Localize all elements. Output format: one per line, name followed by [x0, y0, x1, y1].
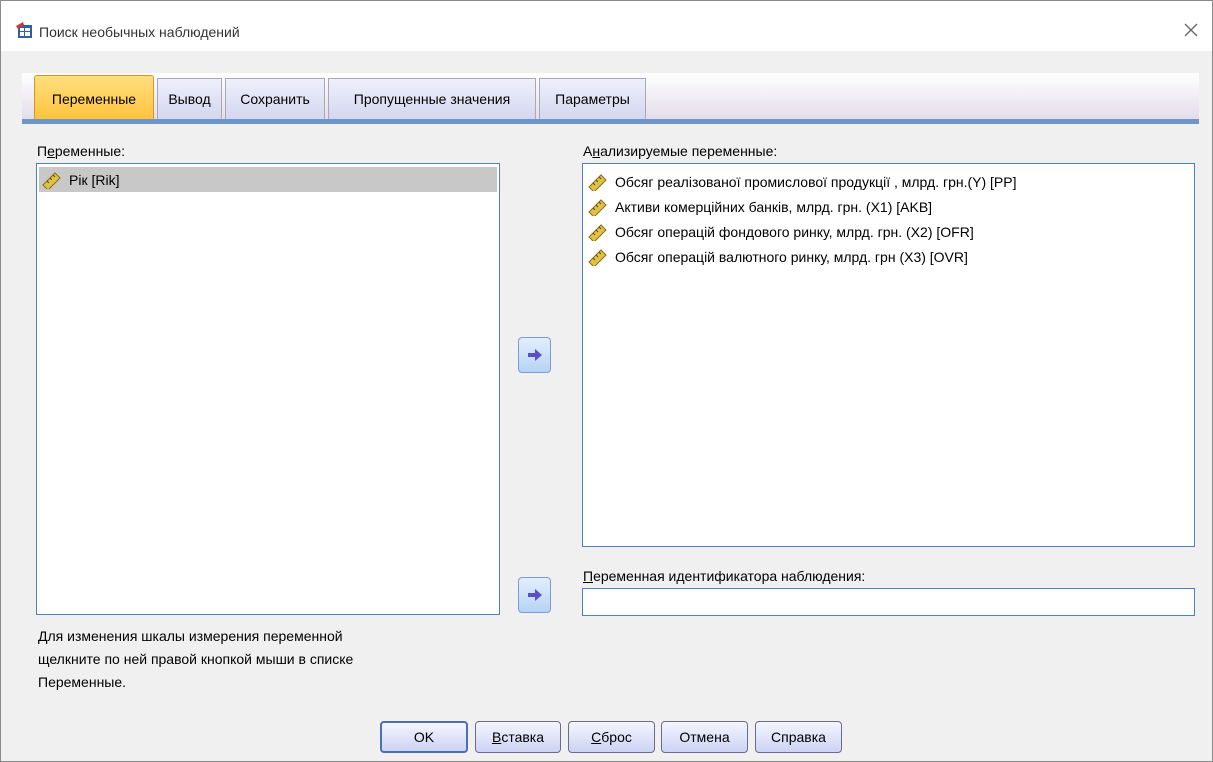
list-item[interactable]: Обсяг реалізованої промислової продукції… — [585, 169, 1017, 194]
close-button[interactable] — [1176, 17, 1206, 43]
list-item[interactable]: Рік [Rik] — [39, 167, 497, 192]
ruler-scale-icon — [588, 223, 607, 241]
tab-options[interactable]: Параметры — [539, 78, 646, 119]
tab-underline — [22, 119, 1199, 124]
arrow-right-icon — [527, 589, 542, 601]
list-item[interactable]: Активи комерційних банків, млрд. грн. (X… — [585, 194, 932, 219]
ruler-scale-icon — [42, 171, 61, 189]
ruler-scale-icon — [588, 248, 607, 266]
close-icon — [1184, 23, 1198, 37]
arrow-right-icon — [527, 349, 542, 361]
tab-variables[interactable]: Переменные — [34, 75, 154, 121]
move-to-case-id-button[interactable] — [518, 577, 551, 613]
spss-dialog-icon — [16, 22, 32, 38]
list-item[interactable]: Обсяг операцій фондового ринку, млрд. гр… — [585, 219, 974, 244]
cancel-button[interactable]: Отмена — [661, 721, 748, 753]
analysis-variables-label: Анализируемые переменные: — [583, 143, 778, 159]
case-id-field[interactable] — [582, 588, 1195, 616]
analysis-variables-list[interactable]: Обсяг реалізованої промислової продукції… — [582, 163, 1195, 547]
help-button[interactable]: Справка — [755, 721, 842, 753]
source-variables-list[interactable]: Рік [Rik] — [36, 163, 500, 615]
tab-output[interactable]: Вывод — [157, 78, 222, 119]
ok-button[interactable]: OK — [380, 721, 468, 753]
list-item[interactable]: Обсяг операцій валютного ринку, млрд. гр… — [585, 244, 968, 269]
tab-save[interactable]: Сохранить — [225, 78, 325, 119]
case-id-label: Переменная идентификатора наблюдения: — [583, 568, 866, 584]
ruler-scale-icon — [588, 173, 607, 191]
scale-help-text: Для изменения шкалы измерения переменной… — [38, 628, 354, 690]
window-title: Поиск необычных наблюдений — [39, 24, 240, 40]
variables-label: Переменные: — [37, 143, 126, 159]
move-to-analysis-button[interactable] — [518, 337, 551, 373]
dialog-window: Поиск необычных наблюдений Переменные Вы… — [0, 0, 1213, 762]
tab-missing-values[interactable]: Пропущенные значения — [328, 78, 536, 119]
paste-button[interactable]: Вставка — [475, 721, 561, 753]
ruler-scale-icon — [588, 198, 607, 216]
title-bar: Поиск необычных наблюдений — [1, 1, 1212, 51]
reset-button[interactable]: Сброс — [568, 721, 655, 753]
